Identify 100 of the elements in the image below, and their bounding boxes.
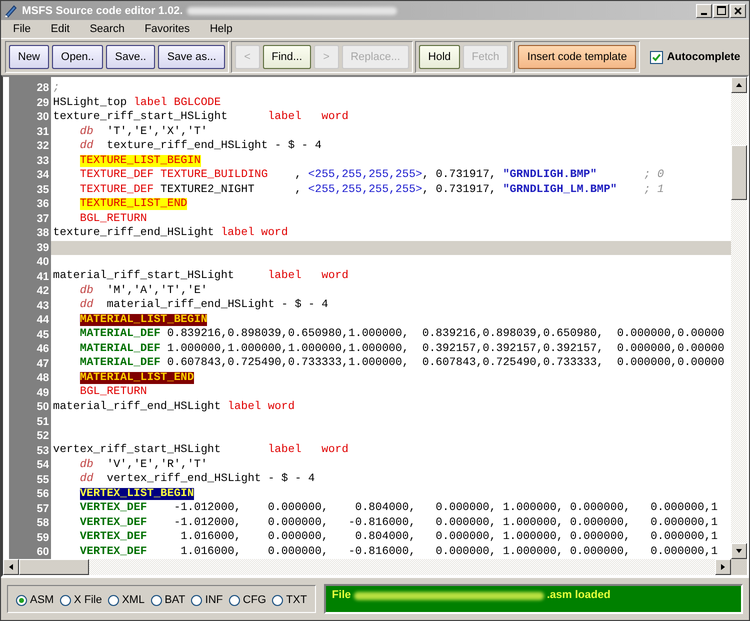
toolbar-button[interactable]: Insert code template: [518, 45, 636, 69]
scroll-thumb[interactable]: [731, 145, 747, 200]
code-line: db 'M','A','T','E': [78, 284, 208, 298]
toolbar-button[interactable]: Save as...: [158, 45, 226, 69]
radio-label: TXT: [286, 594, 307, 606]
menu-item[interactable]: File: [5, 23, 43, 35]
checkbox[interactable]: [650, 50, 663, 64]
up-arrow-icon: [735, 81, 743, 89]
line-number: 57: [36, 502, 50, 516]
radio-label: CFG: [242, 594, 266, 606]
line-number: 45: [36, 328, 50, 342]
line-number: 37: [36, 212, 50, 226]
code-line: dd vertex_riff_end_HSLight - $ - 4: [78, 472, 316, 486]
status-text: .asm loaded: [546, 589, 610, 601]
toolbar-button[interactable]: Find...: [262, 45, 312, 69]
radio-label: X File: [74, 594, 102, 606]
code-line: HSLight_top label BGLCODE: [52, 96, 222, 110]
code-line: db 'V','E','R','T': [78, 458, 208, 472]
vertical-scrollbar[interactable]: [731, 77, 747, 559]
menu-item[interactable]: Search: [82, 23, 137, 35]
pen-icon: [4, 4, 18, 18]
menu-item[interactable]: Edit: [42, 23, 82, 35]
radio-label: ASM: [30, 594, 54, 606]
menu-item[interactable]: Favorites: [136, 23, 202, 35]
code-line: VERTEX_DEF -1.012000, 0.000000, 0.804000, 0.000000, 1.000000, 0.000000, 0.000000,1: [78, 501, 719, 516]
horizontal-scrollbar[interactable]: [3, 559, 731, 575]
right-arrow-icon: [719, 563, 727, 571]
code-line: dd texture_riff_end_HSLight - $ - 4: [78, 139, 323, 154]
down-arrow-icon: [735, 547, 743, 555]
line-number: 58: [36, 516, 50, 530]
line-number: 55: [36, 472, 50, 487]
radio-button[interactable]: [150, 594, 162, 606]
toolbar-button[interactable]: New: [9, 45, 50, 69]
menu-item[interactable]: Help: [202, 23, 244, 35]
code-line: dd material_riff_end_HSLight - $ - 4: [78, 298, 330, 313]
line-number: 38: [36, 226, 50, 240]
checkbox-label: Autocomplete: [666, 51, 740, 63]
code-line: VERTEX_DEF 1.016000, 0.000000, 0.804000, 0.000000, 1.000000, 0.000000, 0.000000,1: [78, 530, 719, 544]
line-number: 50: [36, 400, 50, 414]
line-number: 35: [36, 182, 50, 197]
line-number: 46: [36, 342, 50, 356]
line-number: 28: [36, 81, 50, 96]
code-line: material_riff_end_HSLight label word: [52, 400, 296, 414]
line-number: 31: [36, 124, 50, 139]
line-number: 29: [36, 96, 50, 110]
line-number: 34: [36, 168, 50, 182]
minimize-button[interactable]: [696, 4, 712, 18]
line-number: 32: [36, 139, 50, 154]
maximize-button[interactable]: [713, 4, 729, 18]
minimize-icon: [701, 12, 707, 14]
line-number: 43: [36, 298, 50, 313]
radio-label: XML: [122, 594, 145, 606]
radio-button[interactable]: [60, 594, 71, 606]
line-number: 41: [36, 270, 50, 284]
radio-button[interactable]: [16, 594, 27, 606]
line-number: 33: [36, 154, 50, 168]
line-number: 49: [36, 386, 50, 400]
code-line: texture_riff_start_HSLight label word: [52, 110, 350, 124]
code-line: material_riff_start_HSLight label word: [52, 269, 350, 284]
code-line: BGL_RETURN: [78, 212, 148, 226]
line-number: 30: [36, 110, 50, 124]
window-title: MSFS Source code editor 1.02.: [22, 4, 183, 16]
line-number: 52: [36, 429, 50, 444]
code-line: TEXTURE_DEF TEXTURE2_NIGHT , <255,255,255,255>, 0.731917, "GRNDLIGH_LM.BMP" ; 1: [78, 182, 665, 197]
code-line: db 'T','E','X','T': [78, 124, 208, 139]
code-line: MATERIAL_DEF 0.839216,0.898039,0.650980,1.000000, 0.839216,0.898039,0.650980, 0.000000,0.00000: [78, 327, 726, 342]
code-line: VERTEX_DEF -1.012000, 0.000000, -0.816000, 0.000000, 1.000000, 0.000000, 0.000000,1: [78, 516, 719, 530]
radio-button[interactable]: [108, 594, 119, 606]
toolbar-button[interactable]: Hold: [419, 45, 460, 69]
line-number: 42: [36, 284, 50, 298]
status-text: File: [332, 589, 351, 601]
line-number: 60: [36, 545, 50, 559]
scroll-thumb[interactable]: [19, 559, 89, 575]
line-number: 48: [36, 371, 50, 386]
code-line: TEXTURE_DEF TEXTURE_BUILDING , <255,255,255,255>, 0.731917, "GRNDLIGH.BMP" ; 0: [78, 168, 665, 182]
line-number: 47: [36, 356, 50, 371]
code-line: texture_riff_end_HSLight label word: [52, 226, 289, 240]
line-number: 44: [36, 313, 50, 328]
close-button[interactable]: [730, 4, 746, 18]
left-arrow-icon: [7, 563, 15, 571]
line-number: 53: [36, 444, 50, 458]
line-number: 56: [36, 487, 50, 502]
toolbar-button[interactable]: Save..: [106, 45, 156, 69]
code-line: ;: [52, 81, 61, 96]
radio-label: BAT: [164, 594, 186, 606]
toolbar-button[interactable]: Open..: [52, 45, 104, 69]
code-line: MATERIAL_DEF 1.000000,1.000000,1.000000,1.000000, 0.392157,0.392157,0.392157, 0.000000,0.00000: [78, 342, 726, 356]
radio-button[interactable]: [228, 594, 240, 606]
radio-button[interactable]: [272, 594, 284, 606]
close-icon: [734, 6, 742, 14]
radio-button[interactable]: [191, 594, 202, 606]
line-number: 59: [36, 530, 50, 545]
code-line: BGL_RETURN: [78, 385, 148, 400]
radio-label: INF: [205, 594, 223, 606]
code-line: VERTEX_DEF 1.016000, 0.000000, -0.816000, 0.000000, 1.000000, 0.000000, 0.000000,1: [78, 544, 719, 559]
line-number: 40: [36, 255, 50, 270]
code-line: vertex_riff_start_HSLight label word: [52, 443, 350, 458]
line-number: 36: [36, 197, 50, 212]
code-line: MATERIAL_DEF 0.607843,0.725490,0.733333,1.000000, 0.607843,0.725490,0.733333, 0.000000,0.00000: [78, 356, 726, 371]
maximize-icon: [716, 6, 726, 15]
